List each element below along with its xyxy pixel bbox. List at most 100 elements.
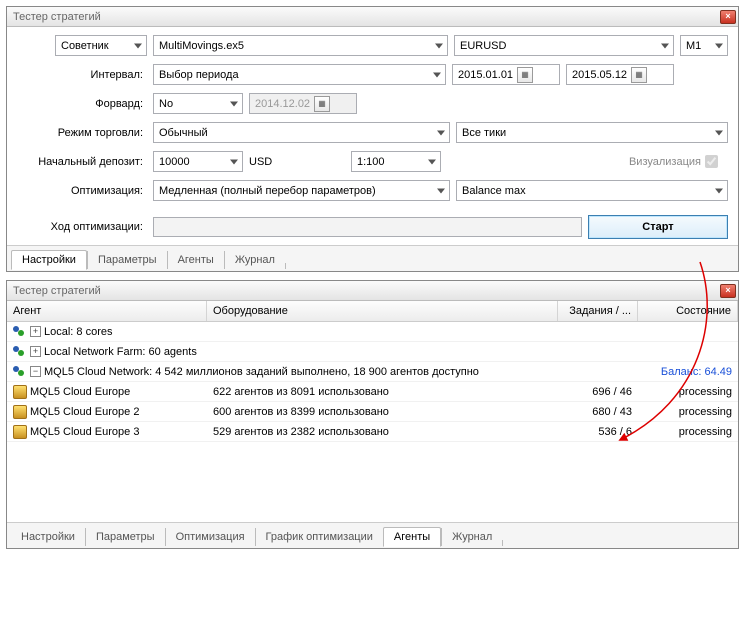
cpu-icon <box>13 385 27 399</box>
forward-label: Форвард: <box>17 98 147 110</box>
strategy-tester-settings-window: Тестер стратегий × Советник MultiMovings… <box>6 6 739 272</box>
tab-journal[interactable]: Журнал <box>441 528 502 546</box>
date-from-value: 2015.01.01 <box>458 69 513 81</box>
optimization-criterion-value: Balance max <box>462 185 526 197</box>
timeframe-select[interactable]: M1 <box>680 35 728 56</box>
agents-icon <box>13 325 27 339</box>
deposit-currency: USD <box>249 156 279 168</box>
deposit-amount-select[interactable]: 10000 <box>153 151 243 172</box>
tab-end <box>502 540 503 546</box>
close-icon[interactable]: × <box>720 284 736 298</box>
agents-body: Агент Оборудование Задания / ... Состоян… <box>7 301 738 522</box>
col-agent[interactable]: Агент <box>7 301 207 321</box>
group-farm-text: Local Network Farm: 60 agents <box>44 346 197 358</box>
tick-mode-select[interactable]: Все тики <box>456 122 728 143</box>
group-local-text: Local: 8 cores <box>44 326 112 338</box>
trade-mode-select[interactable]: Обычный <box>153 122 450 143</box>
agent-name: MQL5 Cloud Europe 2 <box>30 406 139 418</box>
tab-parameters[interactable]: Параметры <box>87 251 167 269</box>
interval-label: Интервал: <box>17 69 147 81</box>
deposit-amount-value: 10000 <box>159 156 190 168</box>
expert-file-value: MultiMovings.ex5 <box>159 40 244 52</box>
titlebar[interactable]: Тестер стратегий × <box>7 281 738 301</box>
bottom-tabs: Настройки Параметры Оптимизация График о… <box>7 522 738 548</box>
col-state[interactable]: Состояние <box>638 301 738 321</box>
cpu-icon <box>13 405 27 419</box>
date-to-value: 2015.05.12 <box>572 69 627 81</box>
leverage-value: 1:100 <box>357 156 385 168</box>
agent-equip: 622 агентов из 8091 использовано <box>207 386 558 398</box>
agent-row[interactable]: MQL5 Cloud Europe 3 529 агентов из 2382 … <box>7 422 738 442</box>
tab-agents[interactable]: Агенты <box>167 251 224 269</box>
col-equipment[interactable]: Оборудование <box>207 301 558 321</box>
tab-parameters[interactable]: Параметры <box>85 528 165 546</box>
interval-select[interactable]: Выбор периода <box>153 64 446 85</box>
agent-state: processing <box>638 386 738 398</box>
strategy-tester-agents-window: Тестер стратегий × Агент Оборудование За… <box>6 280 739 549</box>
calendar-icon[interactable]: ▦ <box>631 67 647 83</box>
timeframe-value: M1 <box>686 40 701 52</box>
tick-mode-value: Все тики <box>462 127 506 139</box>
tab-journal[interactable]: Журнал <box>224 251 285 269</box>
progress-label: Ход оптимизации: <box>17 221 147 233</box>
tab-opt-chart[interactable]: График оптимизации <box>255 528 383 546</box>
expand-toggle[interactable]: + <box>30 346 41 357</box>
forward-value: No <box>159 98 173 110</box>
col-tasks[interactable]: Задания / ... <box>558 301 638 321</box>
optimization-mode-value: Медленная (полный перебор параметров) <box>159 185 376 197</box>
visualization-label: Визуализация <box>629 156 701 168</box>
cpu-icon <box>13 425 27 439</box>
collapse-toggle[interactable]: − <box>30 366 41 377</box>
visualization-check-input[interactable] <box>705 155 718 168</box>
agent-row[interactable]: MQL5 Cloud Europe 622 агентов из 8091 ис… <box>7 382 738 402</box>
expert-type-select[interactable]: Советник <box>55 35 147 56</box>
agent-state: processing <box>638 406 738 418</box>
date-from-input[interactable]: 2015.01.01 ▦ <box>452 64 560 85</box>
deposit-label: Начальный депозит: <box>17 156 147 168</box>
window-title: Тестер стратегий <box>13 11 720 23</box>
grid-body: + Local: 8 cores + Local Network Farm: 6… <box>7 322 738 522</box>
agent-name: MQL5 Cloud Europe 3 <box>30 426 139 438</box>
agent-tasks: 696 / 46 <box>558 386 638 398</box>
agent-tasks: 680 / 43 <box>558 406 638 418</box>
tab-settings[interactable]: Настройки <box>11 528 85 546</box>
group-local[interactable]: + Local: 8 cores <box>7 322 738 342</box>
cloud-balance: Баланс: 64.49 <box>638 366 738 378</box>
tab-agents[interactable]: Агенты <box>383 527 441 547</box>
forward-date-value: 2014.12.02 <box>255 98 310 110</box>
visualization-checkbox[interactable]: Визуализация <box>629 155 718 168</box>
agents-icon <box>13 345 27 359</box>
group-cloud[interactable]: − MQL5 Cloud Network: 4 542 миллионов за… <box>7 362 738 382</box>
agent-state: processing <box>638 426 738 438</box>
close-icon[interactable]: × <box>720 10 736 24</box>
settings-body: Советник MultiMovings.ex5 EURUSD M1 Инте… <box>7 27 738 245</box>
optimization-mode-select[interactable]: Медленная (полный перебор параметров) <box>153 180 450 201</box>
grid-header: Агент Оборудование Задания / ... Состоян… <box>7 301 738 322</box>
optimization-progress <box>153 217 582 237</box>
agent-row[interactable]: MQL5 Cloud Europe 2 600 агентов из 8399 … <box>7 402 738 422</box>
agent-equip: 600 агентов из 8399 использовано <box>207 406 558 418</box>
tab-end <box>285 263 286 269</box>
symbol-select[interactable]: EURUSD <box>454 35 674 56</box>
agent-name: MQL5 Cloud Europe <box>30 386 130 398</box>
expert-type-label: Советник <box>61 40 109 52</box>
expert-file-select[interactable]: MultiMovings.ex5 <box>153 35 448 56</box>
calendar-icon: ▦ <box>314 96 330 112</box>
agent-equip: 529 агентов из 2382 использовано <box>207 426 558 438</box>
trade-mode-label: Режим торговли: <box>17 127 147 139</box>
titlebar[interactable]: Тестер стратегий × <box>7 7 738 27</box>
tab-optimization[interactable]: Оптимизация <box>165 528 255 546</box>
calendar-icon[interactable]: ▦ <box>517 67 533 83</box>
optimization-label: Оптимизация: <box>17 185 147 197</box>
expand-toggle[interactable]: + <box>30 326 41 337</box>
tab-settings[interactable]: Настройки <box>11 250 87 270</box>
trade-mode-value: Обычный <box>159 127 208 139</box>
group-farm[interactable]: + Local Network Farm: 60 agents <box>7 342 738 362</box>
start-button[interactable]: Старт <box>588 215 728 239</box>
leverage-select[interactable]: 1:100 <box>351 151 441 172</box>
forward-select[interactable]: No <box>153 93 243 114</box>
agents-icon <box>13 365 27 379</box>
optimization-criterion-select[interactable]: Balance max <box>456 180 728 201</box>
date-to-input[interactable]: 2015.05.12 ▦ <box>566 64 674 85</box>
forward-date-input: 2014.12.02 ▦ <box>249 93 357 114</box>
